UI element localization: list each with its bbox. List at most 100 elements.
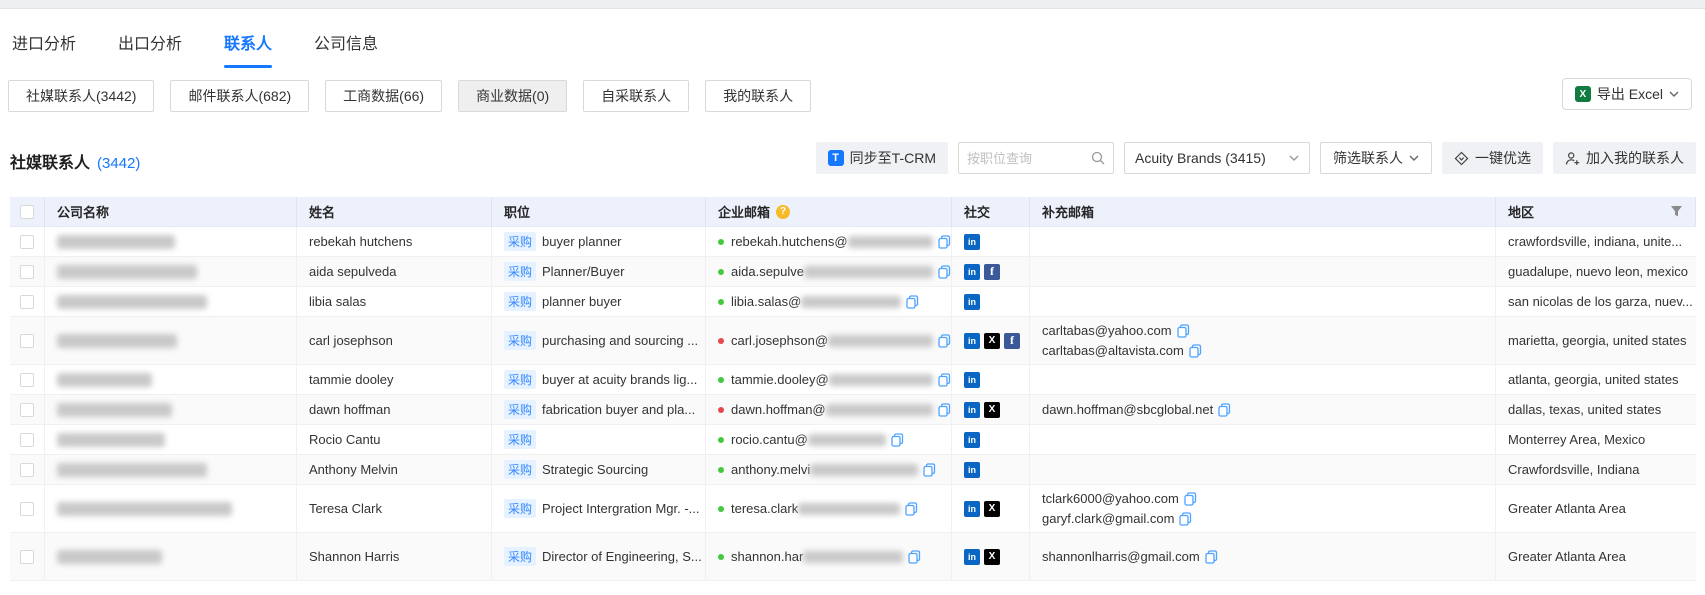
position-text: Project Intergration Mgr. -... bbox=[542, 501, 700, 516]
corp-email-text: rocio.cantu@ bbox=[731, 432, 808, 447]
x-icon[interactable]: X bbox=[984, 501, 1000, 517]
contact-name: Shannon Harris bbox=[297, 533, 492, 580]
x-icon[interactable]: X bbox=[984, 549, 1000, 565]
tab-export-analysis[interactable]: 出口分析 bbox=[118, 30, 182, 68]
one-click-select-button[interactable]: 一键优选 bbox=[1442, 142, 1543, 174]
table-row[interactable]: carl josephson采购purchasing and sourcing … bbox=[10, 317, 1696, 365]
tab-import-analysis[interactable]: 进口分析 bbox=[12, 30, 76, 68]
x-icon[interactable]: X bbox=[984, 333, 1000, 349]
row-checkbox[interactable] bbox=[20, 463, 34, 477]
email-status-dot bbox=[718, 269, 724, 275]
filter-contacts-button[interactable]: 筛选联系人 bbox=[1320, 142, 1432, 174]
tab-contacts[interactable]: 联系人 bbox=[224, 30, 272, 68]
table-row[interactable]: tammie dooley采购buyer at acuity brands li… bbox=[10, 365, 1696, 395]
table-row[interactable]: dawn hoffman采购fabrication buyer and pla.… bbox=[10, 395, 1696, 425]
row-checkbox[interactable] bbox=[20, 433, 34, 447]
col-header-region-label: 地区 bbox=[1508, 202, 1534, 221]
chip-self-collected[interactable]: 自采联系人 bbox=[583, 80, 689, 112]
chip-business-registry[interactable]: 工商数据(66) bbox=[325, 80, 442, 112]
email-status-dot bbox=[718, 377, 724, 383]
filter-funnel-icon[interactable] bbox=[1670, 205, 1683, 218]
chip-commercial-data[interactable]: 商业数据(0) bbox=[458, 80, 567, 112]
email-status-dot bbox=[718, 299, 724, 305]
copy-icon[interactable] bbox=[1189, 344, 1202, 358]
linkedin-icon[interactable]: in bbox=[964, 432, 980, 448]
table-row[interactable]: libia salas采购planner buyerlibia.salas@in… bbox=[10, 287, 1696, 317]
col-header-name: 姓名 bbox=[297, 197, 492, 226]
linkedin-icon[interactable]: in bbox=[964, 462, 980, 478]
row-checkbox[interactable] bbox=[20, 502, 34, 516]
facebook-icon[interactable]: f bbox=[1004, 333, 1020, 349]
position-text: planner buyer bbox=[542, 294, 622, 309]
copy-icon[interactable] bbox=[905, 502, 918, 516]
linkedin-icon[interactable]: in bbox=[964, 234, 980, 250]
copy-icon[interactable] bbox=[1184, 492, 1197, 506]
copy-icon[interactable] bbox=[938, 403, 951, 417]
email-status-dot bbox=[718, 338, 724, 344]
col-header-extra-email: 补充邮箱 bbox=[1030, 197, 1496, 226]
linkedin-icon[interactable]: in bbox=[964, 402, 980, 418]
table-row[interactable]: Teresa Clark采购Project Intergration Mgr. … bbox=[10, 485, 1696, 533]
email-help-icon[interactable]: ? bbox=[776, 205, 790, 219]
company-name-redacted bbox=[57, 295, 207, 309]
select-all-checkbox[interactable] bbox=[20, 205, 34, 219]
export-excel-button[interactable]: X 导出 Excel bbox=[1562, 78, 1692, 110]
table-row[interactable]: Anthony Melvin采购Strategic Sourcinganthon… bbox=[10, 455, 1696, 485]
position-tag: 采购 bbox=[504, 499, 536, 518]
linkedin-icon[interactable]: in bbox=[964, 501, 980, 517]
extra-email-text: garyf.clark@gmail.com bbox=[1042, 509, 1174, 529]
email-status-dot bbox=[718, 506, 724, 512]
table-row[interactable]: aida sepulveda采购Planner/Buyeraida.sepulv… bbox=[10, 257, 1696, 287]
copy-icon[interactable] bbox=[938, 334, 951, 348]
chip-my-contacts[interactable]: 我的联系人 bbox=[705, 80, 811, 112]
copy-icon[interactable] bbox=[923, 463, 936, 477]
position-tag: 采购 bbox=[504, 547, 536, 566]
row-checkbox[interactable] bbox=[20, 265, 34, 279]
position-text: Strategic Sourcing bbox=[542, 462, 648, 477]
position-tag: 采购 bbox=[504, 400, 536, 419]
chip-email-contacts[interactable]: 邮件联系人(682) bbox=[170, 80, 309, 112]
copy-icon[interactable] bbox=[908, 550, 921, 564]
tab-company-info[interactable]: 公司信息 bbox=[314, 30, 378, 68]
copy-icon[interactable] bbox=[1177, 324, 1190, 338]
linkedin-icon[interactable]: in bbox=[964, 264, 980, 280]
linkedin-icon[interactable]: in bbox=[964, 333, 980, 349]
add-to-my-contacts-button[interactable]: 加入我的联系人 bbox=[1553, 142, 1696, 174]
extra-email-text: shannonlharris@gmail.com bbox=[1042, 547, 1200, 567]
copy-icon[interactable] bbox=[938, 235, 951, 249]
copy-icon[interactable] bbox=[1205, 550, 1218, 564]
row-checkbox[interactable] bbox=[20, 295, 34, 309]
linkedin-icon[interactable]: in bbox=[964, 549, 980, 565]
row-checkbox[interactable] bbox=[20, 334, 34, 348]
table-row[interactable]: Rocio Cantu采购rocio.cantu@inMonterrey Are… bbox=[10, 425, 1696, 455]
company-filter-select[interactable]: Acuity Brands (3415) bbox=[1124, 142, 1310, 174]
region-text: dallas, texas, united states bbox=[1496, 395, 1696, 424]
section-title: 社媒联系人 (3442) bbox=[10, 149, 140, 173]
facebook-icon[interactable]: f bbox=[984, 264, 1000, 280]
search-icon bbox=[1091, 151, 1105, 165]
x-icon[interactable]: X bbox=[984, 402, 1000, 418]
contact-name: Rocio Cantu bbox=[297, 425, 492, 454]
row-checkbox[interactable] bbox=[20, 373, 34, 387]
row-checkbox[interactable] bbox=[20, 235, 34, 249]
position-search-input[interactable] bbox=[967, 151, 1091, 166]
chip-social-contacts[interactable]: 社媒联系人(3442) bbox=[8, 80, 154, 112]
company-name-redacted bbox=[57, 403, 172, 417]
sync-tcrm-button[interactable]: T 同步至T-CRM bbox=[816, 142, 948, 174]
copy-icon[interactable] bbox=[1179, 512, 1192, 526]
corp-email-text: rebekah.hutchens@ bbox=[731, 234, 848, 249]
copy-icon[interactable] bbox=[938, 373, 951, 387]
copy-icon[interactable] bbox=[1218, 403, 1231, 417]
linkedin-icon[interactable]: in bbox=[964, 372, 980, 388]
table-row[interactable]: Shannon Harris采购Director of Engineering,… bbox=[10, 533, 1696, 581]
copy-icon[interactable] bbox=[938, 265, 951, 279]
row-checkbox[interactable] bbox=[20, 403, 34, 417]
region-text: crawfordsville, indiana, unite... bbox=[1496, 227, 1696, 256]
copy-icon[interactable] bbox=[891, 433, 904, 447]
email-status-dot bbox=[718, 407, 724, 413]
row-checkbox[interactable] bbox=[20, 550, 34, 564]
copy-icon[interactable] bbox=[906, 295, 919, 309]
table-row[interactable]: rebekah hutchens采购buyer plannerrebekah.h… bbox=[10, 227, 1696, 257]
linkedin-icon[interactable]: in bbox=[964, 294, 980, 310]
email-domain-redacted bbox=[801, 296, 901, 308]
